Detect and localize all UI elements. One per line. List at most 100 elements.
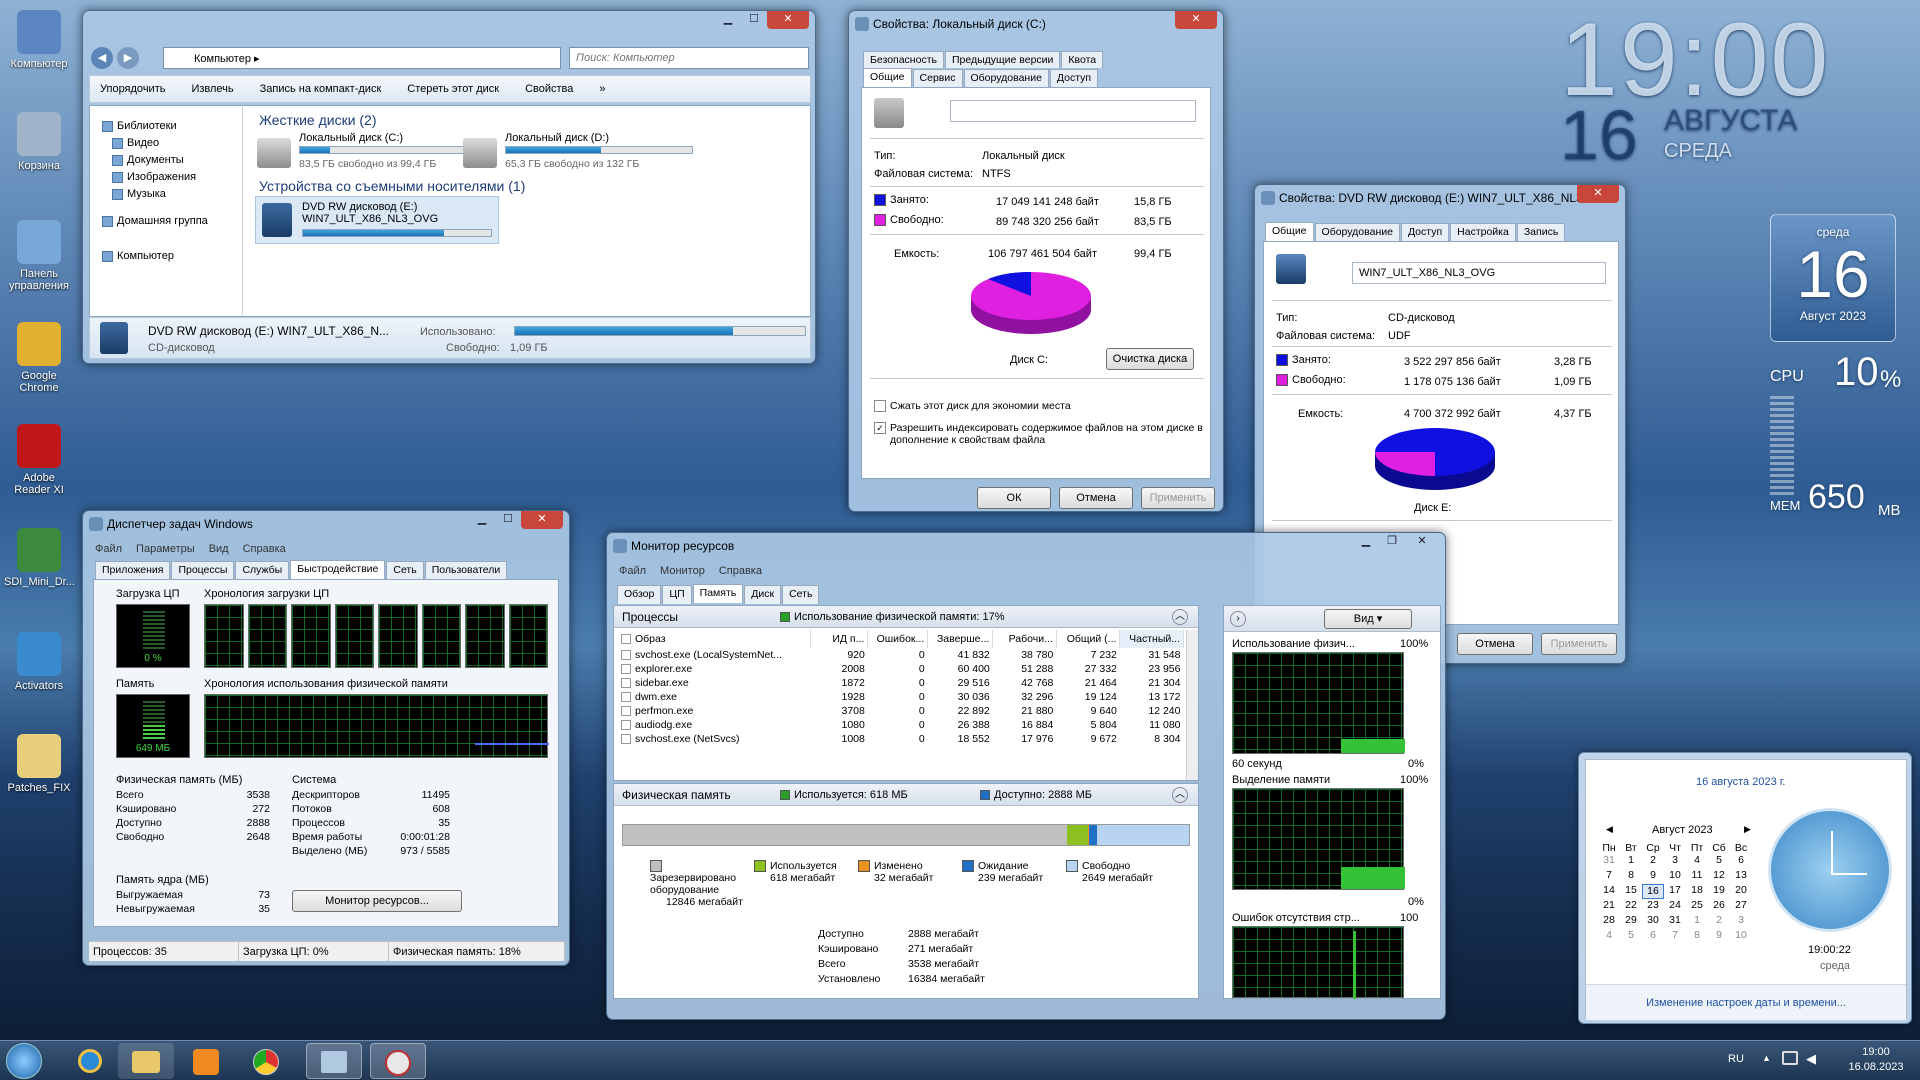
column-header[interactable]: Образ [618, 630, 812, 648]
forward-button[interactable]: ▶ [117, 47, 139, 69]
table-row[interactable]: svchost.exe (LocalSystemNet... 920 0 41 832… [618, 648, 1184, 662]
column-header[interactable]: Частный... [1119, 630, 1184, 648]
processes-scrollbar[interactable] [1186, 630, 1198, 780]
tab[interactable]: Запись [1516, 223, 1566, 242]
row-checkbox[interactable] [621, 650, 631, 661]
calendar-day[interactable]: 31 [1598, 854, 1620, 869]
desktop-icon[interactable]: Google Chrome [4, 322, 74, 394]
tab[interactable]: Процессы [171, 561, 235, 580]
table-row[interactable]: perfmon.exe 3708 0 22 892 21 880 9 640 12 240 [618, 704, 1184, 718]
change-date-settings-link[interactable]: Изменение настроек даты и времени... [1586, 997, 1906, 1009]
tab[interactable]: Обзор [617, 585, 662, 604]
tab[interactable]: Приложения [95, 561, 171, 580]
view-button[interactable]: Вид ▾ [1324, 609, 1412, 629]
close-icon[interactable]: ✕ [1175, 11, 1217, 29]
calendar-day[interactable]: 9 [1642, 869, 1664, 884]
minimize-icon[interactable]: ▁ [715, 11, 741, 29]
tab[interactable]: Быстродействие [290, 560, 386, 579]
row-checkbox[interactable] [621, 678, 631, 689]
apply-button[interactable]: Применить [1541, 633, 1617, 655]
calendar-day[interactable]: 11 [1686, 869, 1708, 884]
minimize-icon[interactable]: ▁ [1353, 533, 1379, 551]
calendar-day[interactable]: 22 [1620, 899, 1642, 914]
toolbar-button[interactable]: Запись на компакт-диск [260, 83, 382, 95]
collapse-icon[interactable]: ︿ [1172, 787, 1188, 803]
calendar-day[interactable]: 18 [1686, 884, 1708, 899]
nav-item[interactable]: Документы [112, 154, 184, 166]
menu-item[interactable]: Параметры [136, 543, 195, 555]
tray-volume-icon[interactable]: ◀ [1806, 1051, 1816, 1067]
calendar-day[interactable]: 2 [1642, 854, 1664, 869]
calendar-day[interactable]: 5 [1708, 854, 1730, 869]
nav-item[interactable]: Видео [112, 137, 159, 149]
disk-cleanup-button[interactable]: Очистка диска [1106, 348, 1194, 370]
close-icon[interactable]: ✕ [767, 11, 809, 29]
column-header[interactable]: Ошибок... [867, 630, 929, 648]
nav-item[interactable]: Музыка [112, 188, 166, 200]
column-header[interactable]: Общий (... [1056, 630, 1121, 648]
calendar-day[interactable]: 4 [1598, 929, 1620, 944]
table-row[interactable]: svchost.exe (NetSvcs) 1008 0 18 552 17 976 9 … [618, 732, 1184, 746]
calendar-next-icon[interactable]: ▶ [1744, 824, 1751, 835]
index-row[interactable]: ✓ Разрешить индексировать содержимое файл… [874, 422, 1204, 446]
menu-item[interactable]: Вид [209, 543, 229, 555]
calendar-prev-icon[interactable]: ◀ [1606, 824, 1613, 835]
start-button[interactable] [6, 1043, 42, 1079]
tray-clock[interactable]: 19:00 16.08.2023 [1836, 1045, 1916, 1075]
calendar-day[interactable]: 6 [1642, 929, 1664, 944]
tray-language[interactable]: RU [1728, 1053, 1744, 1065]
calendar-day[interactable]: 19 [1708, 884, 1730, 899]
taskbar-task-manager-icon[interactable] [306, 1043, 362, 1079]
calendar-day[interactable]: 10 [1730, 929, 1752, 944]
calendar-day[interactable]: 27 [1730, 899, 1752, 914]
compress-row[interactable]: Сжать этот диск для экономии места [874, 400, 1071, 413]
calendar-day[interactable]: 16 [1642, 884, 1664, 899]
search-input[interactable] [569, 47, 809, 69]
taskbar-explorer-icon[interactable] [118, 1043, 174, 1079]
drive-item[interactable]: Локальный диск (C:) 83,5 ГБ свободно из 9… [255, 132, 487, 176]
collapse-icon[interactable]: ︿ [1172, 609, 1188, 625]
select-all-checkbox[interactable] [621, 634, 631, 645]
table-row[interactable]: audiodg.exe 1080 0 26 388 16 884 5 804 11 080 [618, 718, 1184, 732]
menu-item[interactable]: Монитор [660, 565, 705, 577]
tab[interactable]: Службы [235, 561, 290, 580]
calendar-day[interactable]: 12 [1708, 869, 1730, 884]
calendar-day[interactable]: 5 [1620, 929, 1642, 944]
tab[interactable]: Оборудование [1314, 223, 1400, 242]
tab[interactable]: Предыдущие версии [944, 51, 1061, 68]
row-checkbox[interactable] [621, 734, 631, 745]
maximize-icon[interactable]: ☐ [741, 11, 767, 29]
calendar-day[interactable]: 21 [1598, 899, 1620, 914]
calendar-day[interactable]: 28 [1598, 914, 1620, 929]
calendar-day[interactable]: 13 [1730, 869, 1752, 884]
toolbar-button[interactable]: Стереть этот диск [407, 83, 499, 95]
ok-button[interactable]: ОК [977, 487, 1051, 509]
taskbar-ie-icon[interactable] [62, 1043, 118, 1079]
calendar-month[interactable]: Август 2023 [1652, 824, 1713, 836]
taskbar-media-player-icon[interactable] [178, 1043, 234, 1079]
calendar-day[interactable]: 4 [1686, 854, 1708, 869]
volume-label-input[interactable]: WIN7_ULT_X86_NL3_OVG [1352, 262, 1606, 284]
calendar-day[interactable]: 17 [1664, 884, 1686, 899]
calendar-day[interactable]: 31 [1664, 914, 1686, 929]
compress-checkbox[interactable] [874, 400, 886, 413]
tab[interactable]: Общие [1265, 222, 1314, 241]
table-row[interactable]: sidebar.exe 1872 0 29 516 42 768 21 464 21 304 [618, 676, 1184, 690]
cancel-button[interactable]: Отмена [1457, 633, 1533, 655]
column-header[interactable]: ИД п... [810, 630, 869, 648]
minimize-icon[interactable]: ▁ [469, 511, 495, 529]
tab[interactable]: Память [692, 584, 744, 603]
nav-item[interactable]: Изображения [112, 171, 196, 183]
address-bar[interactable]: Компьютер ▸ [163, 47, 561, 69]
calendar-day[interactable]: 30 [1642, 914, 1664, 929]
calendar-day[interactable]: 2 [1708, 914, 1730, 929]
column-header[interactable]: Заверше... [927, 630, 994, 648]
desktop-icon[interactable]: Панель управления [4, 220, 74, 292]
row-checkbox[interactable] [621, 692, 631, 703]
toolbar-button[interactable]: » [599, 83, 605, 95]
restore-icon[interactable]: ❐ [1379, 533, 1405, 551]
expand-icon[interactable]: › [1230, 611, 1246, 627]
tab[interactable]: Сервис [912, 69, 963, 88]
nav-item[interactable]: Компьютер [102, 250, 174, 262]
menu-item[interactable]: Файл [619, 565, 646, 577]
